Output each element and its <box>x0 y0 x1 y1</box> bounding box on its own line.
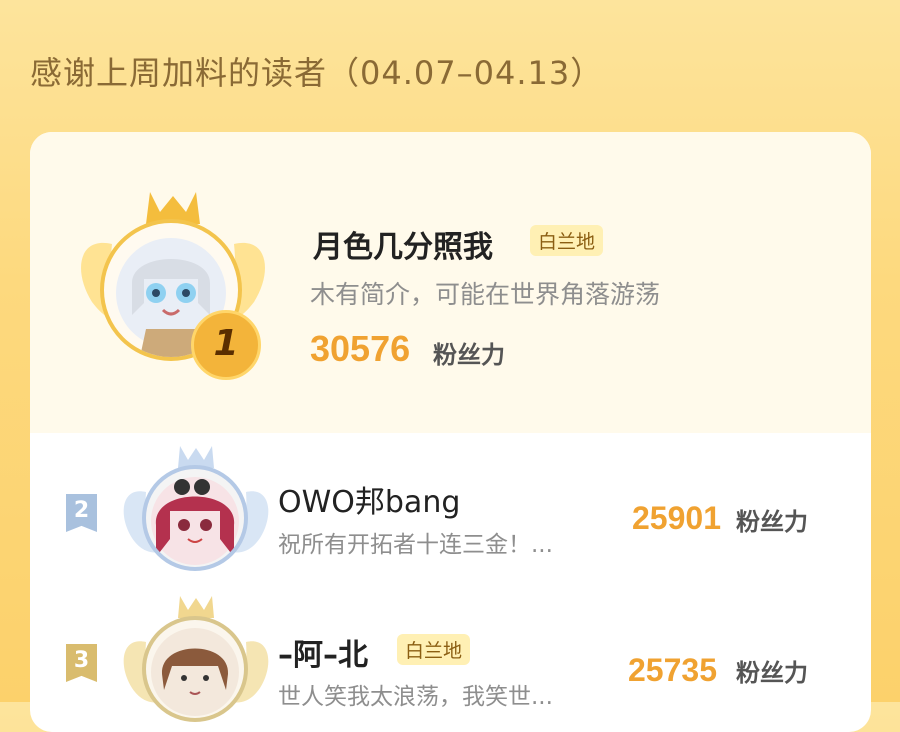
rank-2-number: 2 <box>73 498 90 523</box>
rank-1-fans-count: 30576 <box>310 328 411 369</box>
rank-2-name: OWO邦bang <box>278 485 461 520</box>
rank-2-badge: 2 <box>66 494 97 532</box>
rank-2-bio: 祝所有开拓者十连三金！... <box>278 532 553 558</box>
rank-1-name: 月色几分照我 <box>313 230 493 265</box>
rank-3-avatar[interactable] <box>142 616 248 722</box>
rank-1-bio: 木有简介，可能在世界角落游荡 <box>310 280 661 309</box>
page-title: 感谢上周加料的读者（04.07–04.13） <box>30 54 604 92</box>
leaderboard-card: 1 月色几分照我 白兰地 木有简介，可能在世界角落游荡 30576 粉丝力 2 <box>30 132 871 732</box>
rank-2-fans-count: 25901 <box>632 500 721 536</box>
rank-1-tag: 白兰地 <box>530 225 604 256</box>
rank-3-number: 3 <box>73 648 90 673</box>
rank-3-tag: 白兰地 <box>397 634 471 665</box>
rank-2-avatar[interactable] <box>142 465 248 571</box>
rank-3-badge: 3 <box>66 644 97 682</box>
rank-3-bio: 世人笑我太浪荡，我笑世... <box>278 684 553 710</box>
rank-3-fans-label: 粉丝力 <box>736 659 808 687</box>
rank-3-name: –阿–北 <box>278 638 368 673</box>
rank-1-medal: 1 <box>191 310 261 380</box>
rank-1-fans-label: 粉丝力 <box>433 341 505 369</box>
rank-2-fans-label: 粉丝力 <box>736 508 808 536</box>
rank-3-fans-count: 25735 <box>628 652 717 688</box>
rank-1-number: 1 <box>213 323 239 364</box>
rank-3-crown-icon <box>178 596 214 618</box>
